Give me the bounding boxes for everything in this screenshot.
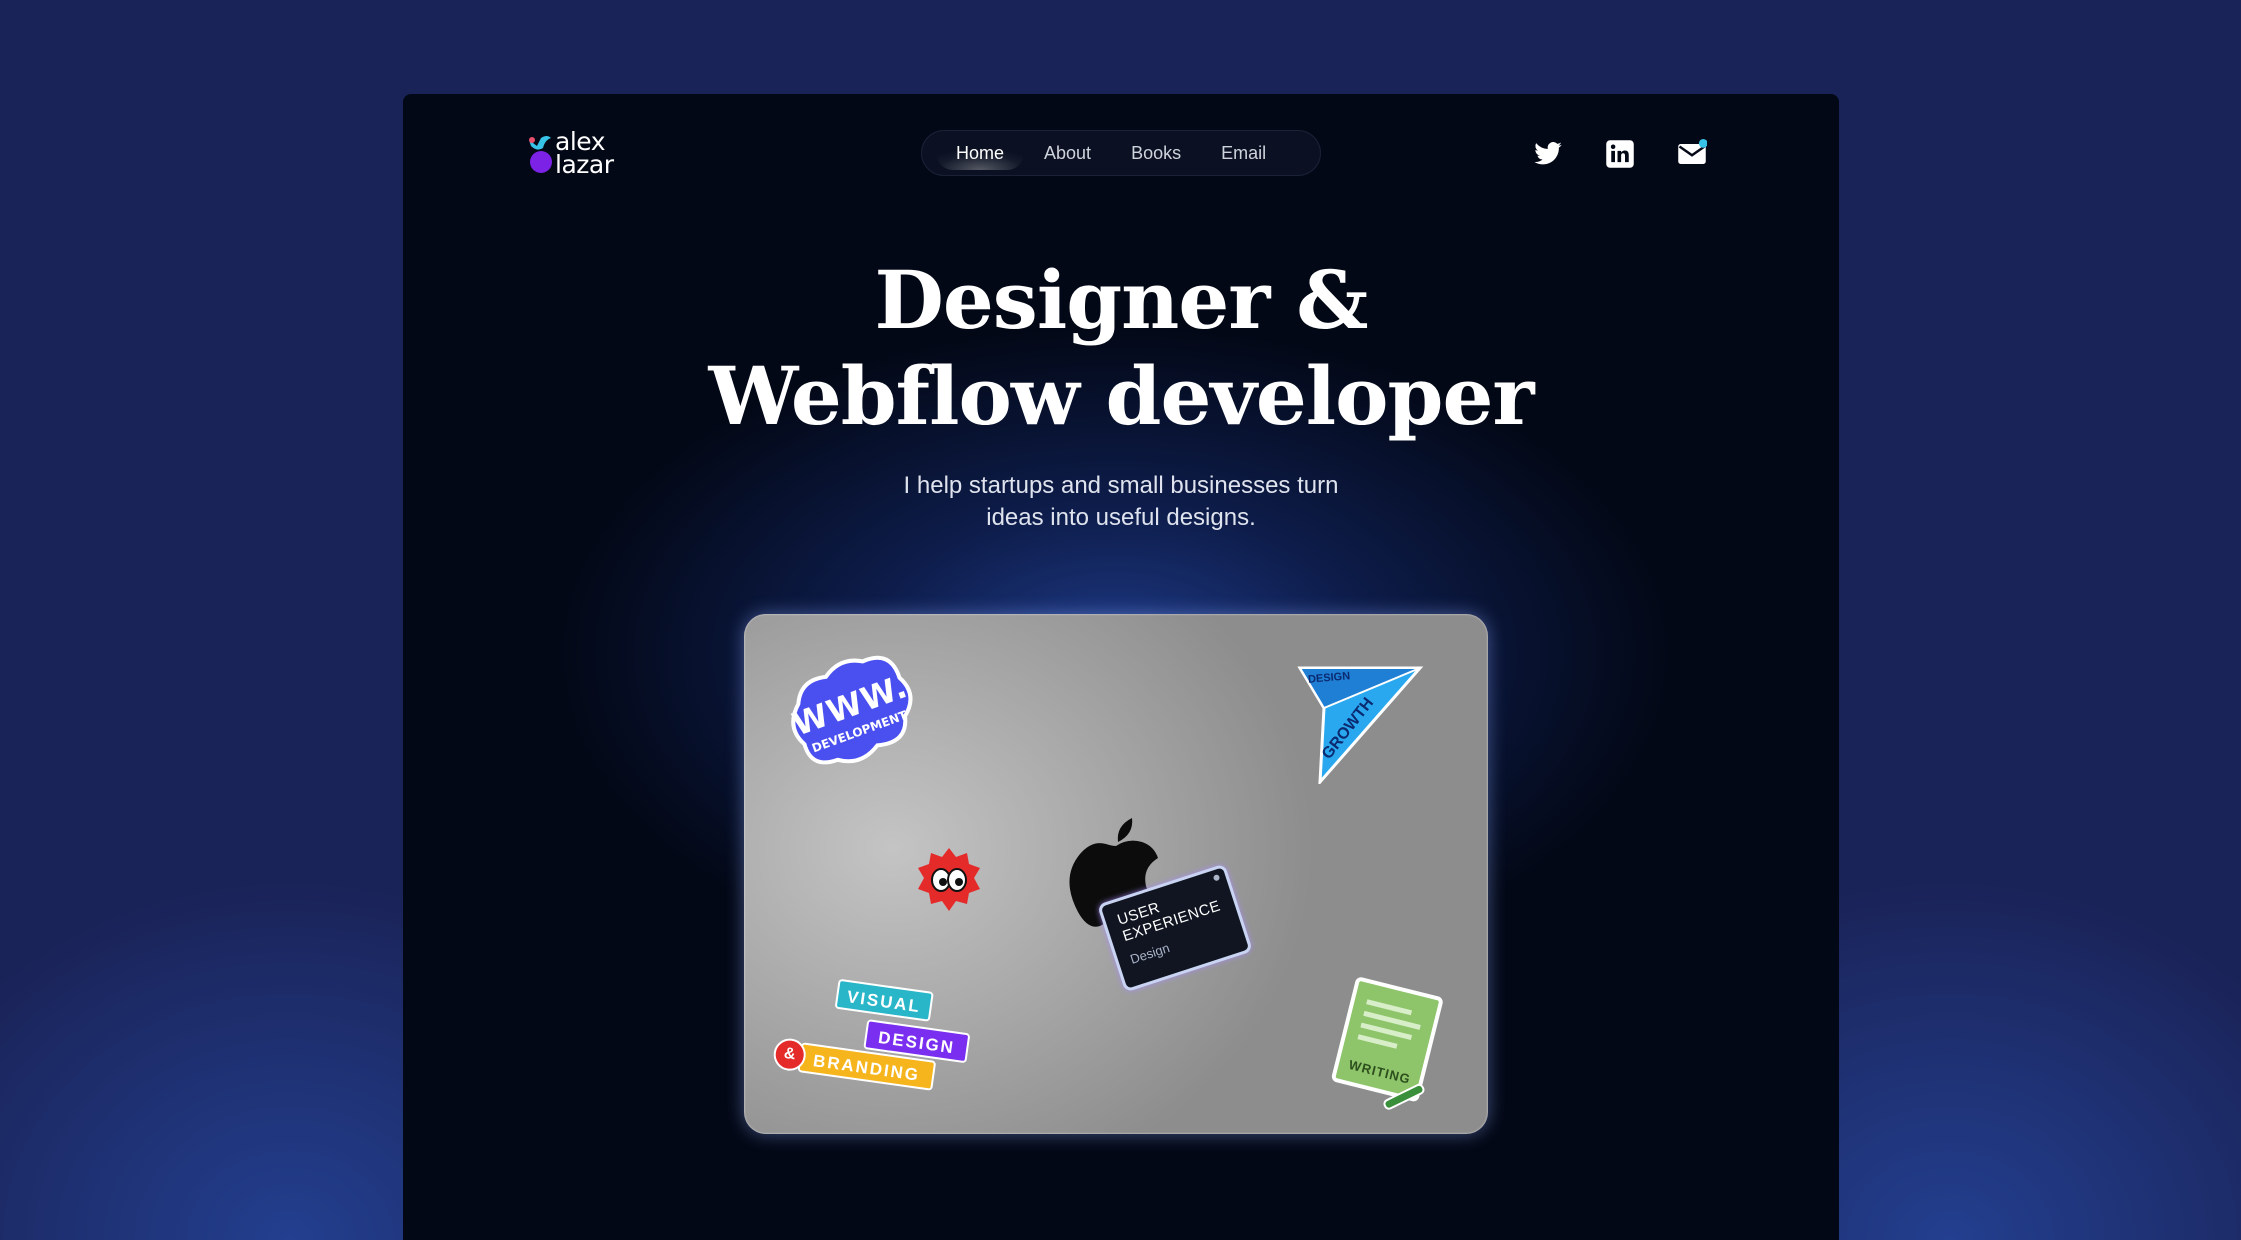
writing-sticker: WRITING <box>1320 973 1458 1126</box>
notepad-icon <box>1331 977 1443 1110</box>
hero-subtitle-line2: ideas into useful designs. <box>986 504 1256 531</box>
hero-title-line1: Designer & <box>874 253 1369 347</box>
hero-subtitle: I help startups and small businesses tur… <box>403 470 1839 534</box>
nav-item-about[interactable]: About <box>1024 136 1111 170</box>
laptop-lid-image: WWW. DEVELOPMENT DESIGN GROWTH USER EXPE… <box>744 614 1488 1134</box>
hero-title-line2: Webflow developer <box>708 349 1535 443</box>
mail-icon[interactable] <box>1677 139 1707 169</box>
twitter-icon[interactable] <box>1533 139 1563 169</box>
nav-item-home[interactable]: Home <box>936 136 1025 170</box>
eyes-sticker <box>916 847 982 913</box>
logo[interactable]: alex lazar <box>527 129 637 180</box>
ux-dot <box>1212 873 1221 882</box>
main-nav: Home About Books Email <box>921 130 1321 176</box>
linkedin-icon[interactable] <box>1605 139 1635 169</box>
visual-label: VISUAL <box>834 978 934 1022</box>
design-growth-sticker: DESIGN GROWTH <box>1296 664 1426 784</box>
logo-text: alex lazar <box>555 129 614 179</box>
ux-line3: Design <box>1128 940 1172 967</box>
hero-subtitle-line1: I help startups and small businesses tur… <box>903 472 1339 499</box>
nav-item-email[interactable]: Email <box>1201 136 1286 170</box>
logo-mark-icon <box>529 136 552 173</box>
visual-design-branding-sticker: VISUAL DESIGN BRANDING & <box>765 971 980 1118</box>
nav-item-books[interactable]: Books <box>1111 136 1201 170</box>
www-development-sticker: WWW. DEVELOPMENT <box>769 636 934 786</box>
googly-eyes-icon <box>918 848 980 911</box>
logo-line2: lazar <box>555 150 614 179</box>
hero-title: Designer & Webflow developer <box>403 252 1839 444</box>
site-frame: alex lazar Home About Books Email Design… <box>403 94 1839 1240</box>
